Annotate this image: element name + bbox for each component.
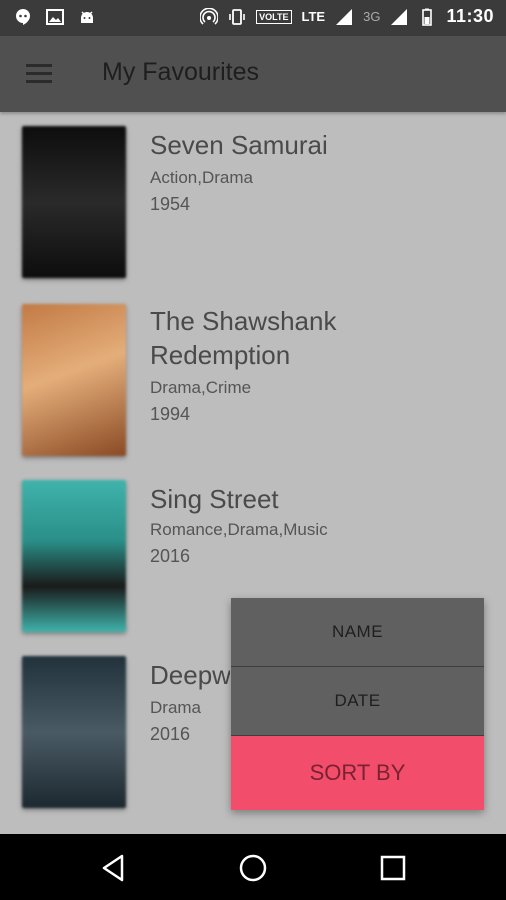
system-indicators: VOLTE LTE 3G 11:30 (200, 6, 494, 27)
page-title: My Favourites (102, 58, 259, 86)
movie-poster (22, 480, 126, 632)
sort-option-name[interactable]: NAME (231, 598, 484, 667)
movie-year: 2016 (150, 724, 191, 744)
sort-by-button[interactable]: SORT BY (231, 736, 484, 810)
movie-poster (22, 304, 126, 456)
movie-year: 1954 (150, 194, 191, 214)
movie-genres: Drama (150, 698, 202, 717)
movie-year: 1994 (150, 404, 191, 424)
movie-genres: Drama,Crime (150, 378, 252, 397)
movie-year: 2016 (150, 546, 191, 566)
clock: 11:30 (446, 6, 494, 26)
image-icon (46, 9, 64, 25)
movie-title: Seven Samurai (150, 130, 328, 160)
movie-poster (22, 656, 126, 808)
back-triangle-icon[interactable] (98, 852, 130, 884)
movie-genres: Action,Drama (150, 168, 253, 187)
volte-icon: VOLTE (256, 9, 292, 24)
movie-genres: Romance,Drama,Music (150, 520, 328, 539)
movie-title: Sing Street (150, 484, 279, 514)
lte-icon: LTE (301, 9, 326, 24)
android-icon (81, 11, 93, 23)
signal-icon (336, 8, 353, 25)
navigation-bar (0, 834, 506, 900)
sort-option-date[interactable]: DATE (231, 667, 484, 736)
movie-title: Deepwater Horizon (150, 660, 230, 690)
hangouts-icon (16, 9, 30, 25)
network-3g-label: 3G (363, 9, 381, 24)
hotspot-icon (200, 7, 219, 25)
movie-poster (22, 126, 126, 278)
status-bar: VOLTE LTE 3G 11:30 (0, 0, 506, 36)
signal-3g-icon (391, 8, 408, 25)
vibrate-icon (229, 8, 245, 25)
sort-menu: NAME DATE SORT BY (231, 598, 484, 810)
battery-icon (422, 8, 433, 26)
hamburger-menu-icon[interactable] (26, 64, 52, 83)
app-bar: My Favourites (0, 36, 506, 112)
home-circle-icon[interactable] (237, 852, 269, 884)
notification-icons (14, 8, 96, 26)
movie-title: The Shawshank Redemption (150, 306, 337, 370)
recents-square-icon[interactable] (377, 852, 409, 884)
